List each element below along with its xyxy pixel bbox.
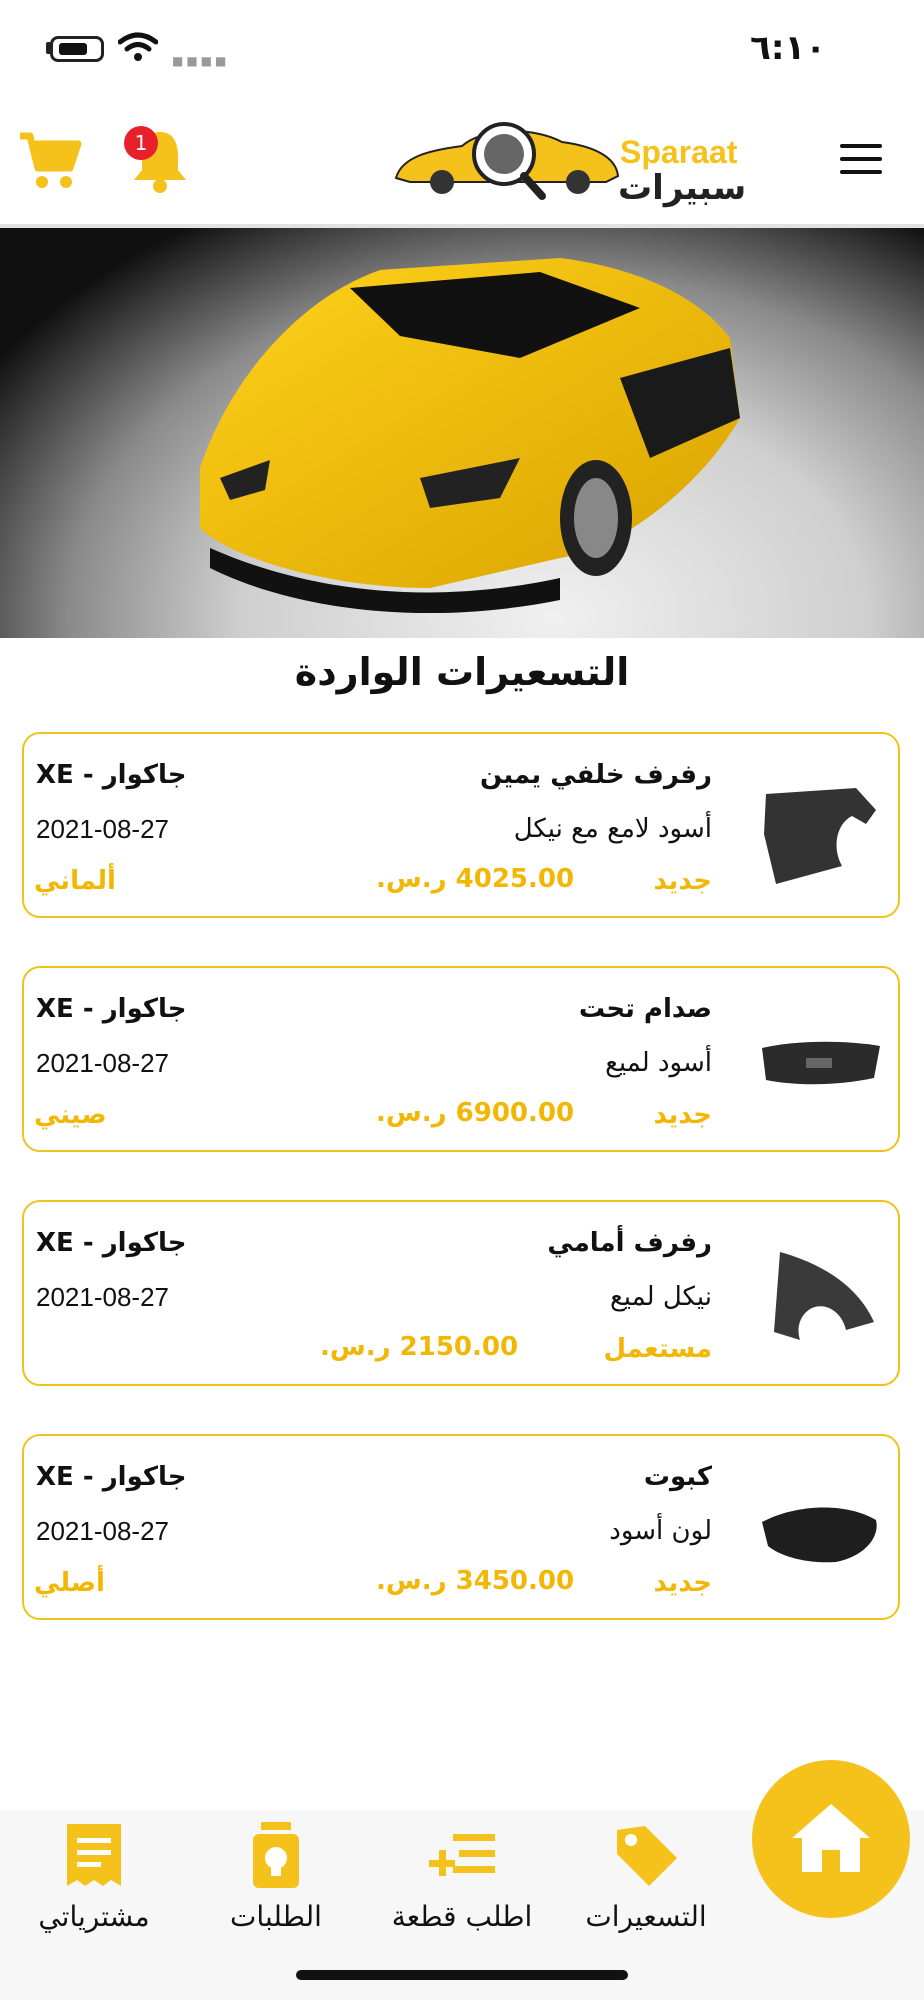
home-icon <box>792 1804 870 1872</box>
notification-badge: 1 <box>124 126 158 160</box>
hero-banner <box>0 228 924 638</box>
battery-icon <box>50 36 104 62</box>
part-condition: جديد <box>653 866 712 896</box>
logo-text-ar: سبيرات <box>618 168 747 208</box>
part-color: لون أسود <box>609 1516 712 1546</box>
part-condition: مستعمل <box>603 1334 712 1364</box>
nav-label-purchases: مشترياتي <box>38 1900 150 1933</box>
quote-date: 2021-08-27 <box>36 1048 169 1078</box>
part-name: كبوت <box>643 1462 712 1492</box>
part-color: أسود لامع مع نيكل <box>513 814 712 844</box>
app-header: 1 Sparaat سبيرات <box>0 100 924 228</box>
nav-label-request-part: اطلب قطعة <box>391 1900 533 1933</box>
part-origin: صيني <box>34 1100 107 1130</box>
car-model: جاكوار - XE <box>36 994 187 1024</box>
nav-item-request-part[interactable]: اطلب قطعة <box>372 1820 552 1933</box>
receipt-icon <box>67 1824 121 1886</box>
bumper-icon <box>762 1041 880 1085</box>
quote-date: 2021-08-27 <box>36 814 169 844</box>
part-price: 3450.00 ر.س. <box>376 1566 575 1596</box>
part-condition: جديد <box>653 1100 712 1130</box>
lightbulb-box-icon <box>253 1822 299 1888</box>
home-indicator <box>296 1970 628 1980</box>
part-price: 6900.00 ر.س. <box>376 1098 575 1128</box>
part-origin: ألماني <box>34 866 116 896</box>
part-color: نيكل لميع <box>609 1282 712 1312</box>
wifi-icon <box>118 32 158 61</box>
signal-icon: ■■■■ <box>172 54 230 68</box>
part-name: رفرف أمامي <box>547 1228 712 1258</box>
quote-card[interactable]: رفرف أمامي نيكل لميع مستعمل 2150.00 ر.س.… <box>22 1200 900 1386</box>
nav-label-orders: الطلبات <box>230 1900 322 1933</box>
quote-card[interactable]: كبوت لون أسود جديد 3450.00 ر.س. جاكوار -… <box>22 1434 900 1620</box>
cart-icon[interactable] <box>18 130 82 192</box>
home-button[interactable] <box>752 1760 910 1918</box>
part-name: صدام تحت <box>578 994 712 1024</box>
battery-tip <box>46 42 51 54</box>
part-price: 2150.00 ر.س. <box>320 1332 519 1362</box>
part-condition: جديد <box>653 1568 712 1598</box>
quote-date: 2021-08-27 <box>36 1516 169 1546</box>
part-price: 4025.00 ر.س. <box>376 864 575 894</box>
logo-text-en: Sparaat <box>620 134 738 170</box>
nav-label-pricing: التسعيرات <box>585 1900 707 1933</box>
car-model: جاكوار - XE <box>36 1462 187 1492</box>
add-list-icon <box>429 1834 495 1876</box>
app-logo: Sparaat سبيرات <box>392 116 746 208</box>
status-bar: ■■■■ ٦:١٠ <box>0 0 924 100</box>
quote-card[interactable]: رفرف خلفي يمين أسود لامع مع نيكل جديد 40… <box>22 732 900 918</box>
menu-icon[interactable] <box>840 144 882 174</box>
tag-icon <box>617 1826 677 1886</box>
part-origin: أصلي <box>34 1568 105 1598</box>
logo-car-icon <box>394 122 620 200</box>
car-model: جاكوار - XE <box>36 1228 187 1258</box>
fender-icon <box>764 788 876 884</box>
part-name: رفرف خلفي يمين <box>479 760 712 790</box>
nav-item-pricing[interactable]: التسعيرات <box>556 1820 736 1933</box>
hood-icon <box>762 1507 877 1563</box>
front-fender-icon <box>774 1252 874 1340</box>
nav-item-purchases[interactable]: مشترياتي <box>4 1820 184 1933</box>
quote-card[interactable]: صدام تحت أسود لميع جديد 6900.00 ر.س. جاك… <box>22 966 900 1152</box>
part-color: أسود لميع <box>605 1048 712 1078</box>
section-title: التسعيرات الواردة <box>294 650 630 694</box>
sports-car-image <box>200 258 740 614</box>
status-time: ٦:١٠ <box>750 28 826 68</box>
nav-item-orders[interactable]: الطلبات <box>186 1820 366 1933</box>
quote-date: 2021-08-27 <box>36 1282 169 1312</box>
car-model: جاكوار - XE <box>36 760 187 790</box>
